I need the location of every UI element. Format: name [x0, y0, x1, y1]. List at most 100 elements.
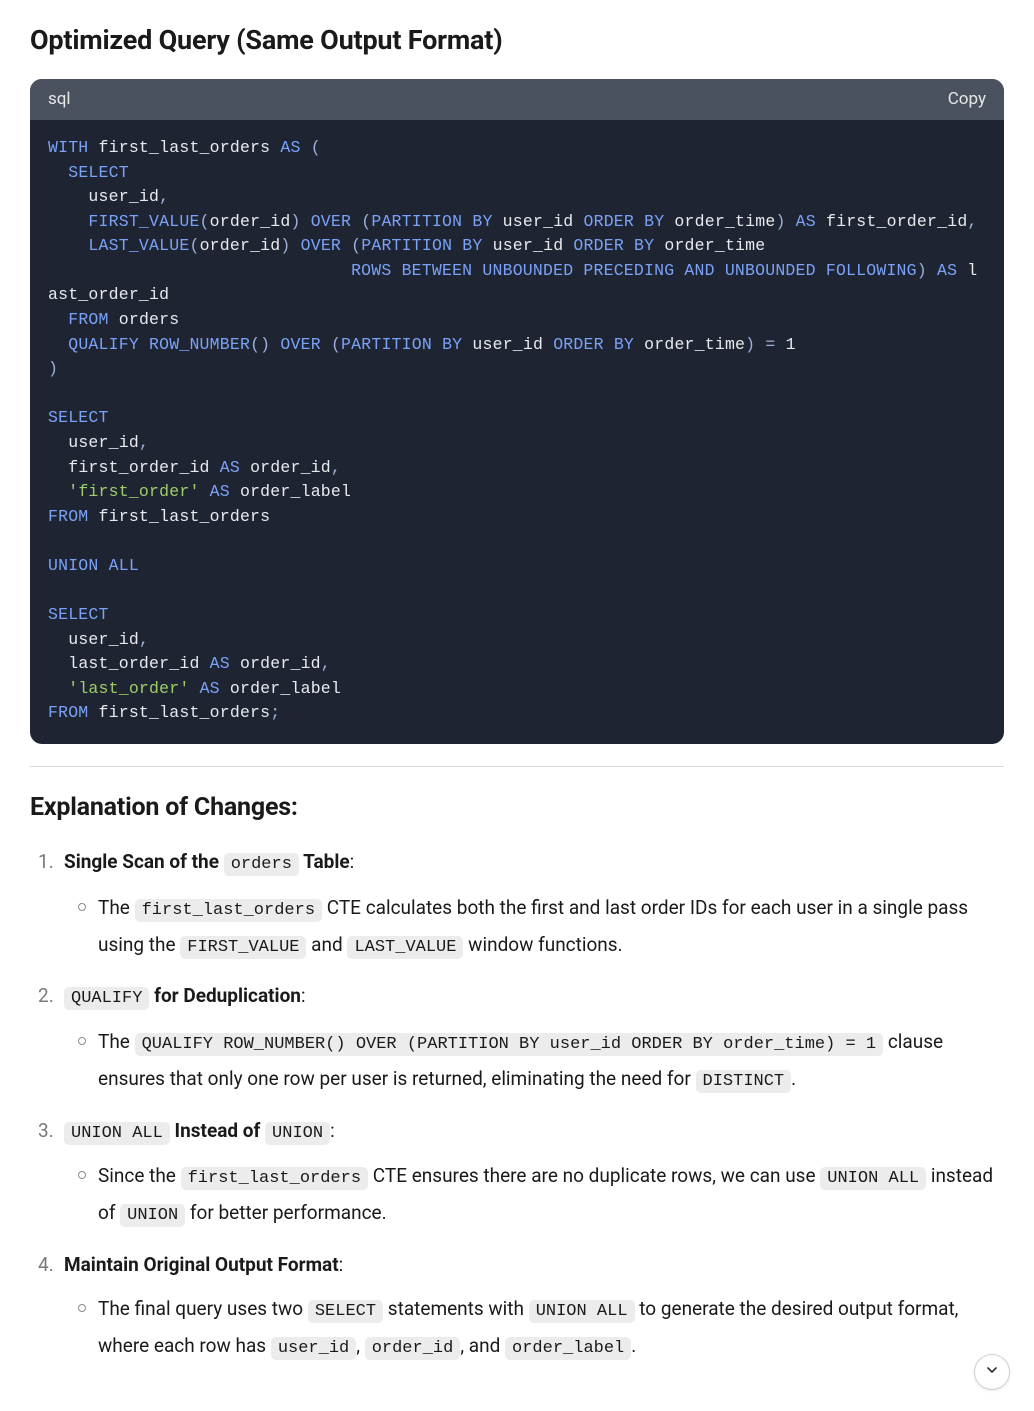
code-token	[200, 482, 210, 501]
code-token	[301, 138, 311, 157]
code-token: ,	[139, 433, 149, 452]
code-token	[755, 335, 765, 354]
code-token: SELECT	[48, 408, 109, 427]
code-token: first_order_id	[48, 458, 220, 477]
inline-code: first_last_orders	[181, 1167, 368, 1190]
code-token	[341, 236, 351, 255]
code-token	[291, 236, 301, 255]
chevron-down-icon	[984, 1358, 1000, 1387]
text: window functions.	[463, 933, 622, 956]
code-token: 'first_order'	[68, 482, 199, 501]
text: .	[791, 1067, 796, 1090]
code-token: UNION ALL	[48, 556, 139, 575]
inline-code: UNION ALL	[64, 1122, 170, 1145]
code-token: first_last_orders	[88, 507, 270, 526]
code-token: order_label	[230, 482, 351, 501]
code-token	[351, 212, 361, 231]
code-token	[927, 261, 937, 280]
code-token: PARTITION BY	[371, 212, 492, 231]
code-token: user_id	[493, 212, 584, 231]
code-token: AS	[796, 212, 816, 231]
code-token	[139, 335, 149, 354]
code-body[interactable]: WITH first_last_orders AS ( SELECT user_…	[30, 120, 1004, 744]
inline-code: SELECT	[308, 1300, 383, 1323]
text: :	[350, 850, 355, 873]
code-token	[189, 679, 199, 698]
code-token: user_id	[48, 433, 139, 452]
code-token: last_order_id	[48, 654, 210, 673]
code-token: 'last_order'	[68, 679, 189, 698]
code-token: FROM	[48, 507, 88, 526]
changes-list: Single Scan of the orders Table:The firs…	[30, 848, 1004, 1365]
inline-code: QUALIFY	[64, 987, 149, 1010]
code-language-label: sql	[48, 87, 71, 113]
inline-code: DISTINCT	[696, 1070, 792, 1093]
text: The	[98, 896, 135, 919]
inline-code: order_id	[365, 1337, 461, 1360]
change-item: UNION ALL Instead of UNION:Since the fir…	[64, 1117, 1004, 1233]
code-token: first_last_orders	[88, 138, 280, 157]
code-token	[48, 163, 68, 182]
code-token: order_time	[654, 236, 765, 255]
code-token	[48, 310, 68, 329]
code-token	[786, 212, 796, 231]
code-token: ROWS BETWEEN UNBOUNDED PRECEDING AND UNB…	[351, 261, 917, 280]
code-token: AS	[280, 138, 300, 157]
code-token: first_last_orders	[88, 703, 270, 722]
code-token: 1	[786, 335, 796, 354]
code-token	[321, 335, 331, 354]
inline-code: user_id	[271, 1337, 356, 1360]
code-token: AS	[200, 679, 220, 698]
text: statements with	[383, 1297, 529, 1320]
code-token: ,	[159, 187, 169, 206]
code-token: FROM	[68, 310, 108, 329]
change-bullets: The first_last_orders CTE calculates bot…	[64, 890, 1004, 965]
code-token	[48, 679, 68, 698]
code-token: (	[331, 335, 341, 354]
code-token	[301, 212, 311, 231]
explanation-title: Explanation of Changes:	[30, 789, 1004, 827]
inline-code: first_last_orders	[135, 899, 322, 922]
bullet-item: The first_last_orders CTE calculates bot…	[98, 890, 1004, 965]
bullet-item: The final query uses two SELECT statemen…	[98, 1291, 1004, 1366]
code-token: first_order_id	[816, 212, 968, 231]
code-token: ORDER BY	[573, 236, 654, 255]
code-token: PARTITION BY	[361, 236, 482, 255]
inline-code: UNION	[120, 1204, 185, 1227]
code-token: ,	[967, 212, 977, 231]
code-token	[775, 335, 785, 354]
code-token: OVER	[311, 212, 351, 231]
text: Since the	[98, 1164, 181, 1187]
code-token: ;	[270, 703, 280, 722]
scroll-down-button[interactable]	[974, 1354, 1010, 1390]
bullet-item: Since the first_last_orders CTE ensures …	[98, 1158, 1004, 1233]
inline-code: LAST_VALUE	[347, 936, 463, 959]
code-token: )	[48, 359, 58, 378]
code-token: (	[200, 212, 210, 231]
bold-text: Table	[299, 850, 350, 873]
code-token: ,	[321, 654, 331, 673]
text: The	[98, 1030, 135, 1053]
text: :	[339, 1253, 344, 1276]
inline-code: FIRST_VALUE	[180, 936, 306, 959]
change-item: Single Scan of the orders Table:The firs…	[64, 848, 1004, 964]
code-token: ROW_NUMBER	[149, 335, 250, 354]
change-bullets: The QUALIFY ROW_NUMBER() OVER (PARTITION…	[64, 1024, 1004, 1099]
code-token: (	[311, 138, 321, 157]
code-token: user_id	[482, 236, 573, 255]
code-token	[48, 212, 88, 231]
text: .	[631, 1334, 636, 1357]
copy-button[interactable]: Copy	[948, 87, 986, 113]
text: , and	[460, 1334, 505, 1357]
code-token: OVER	[301, 236, 341, 255]
code-token: ,	[139, 630, 149, 649]
code-token	[270, 335, 280, 354]
code-token: order_id	[210, 212, 291, 231]
code-token: OVER	[280, 335, 320, 354]
inline-code: UNION	[265, 1122, 330, 1145]
text: and	[306, 933, 347, 956]
bold-text: for Deduplication	[149, 984, 301, 1007]
change-headline: QUALIFY for Deduplication:	[64, 982, 1004, 1012]
code-token: (	[351, 236, 361, 255]
code-token: user_id	[48, 187, 159, 206]
